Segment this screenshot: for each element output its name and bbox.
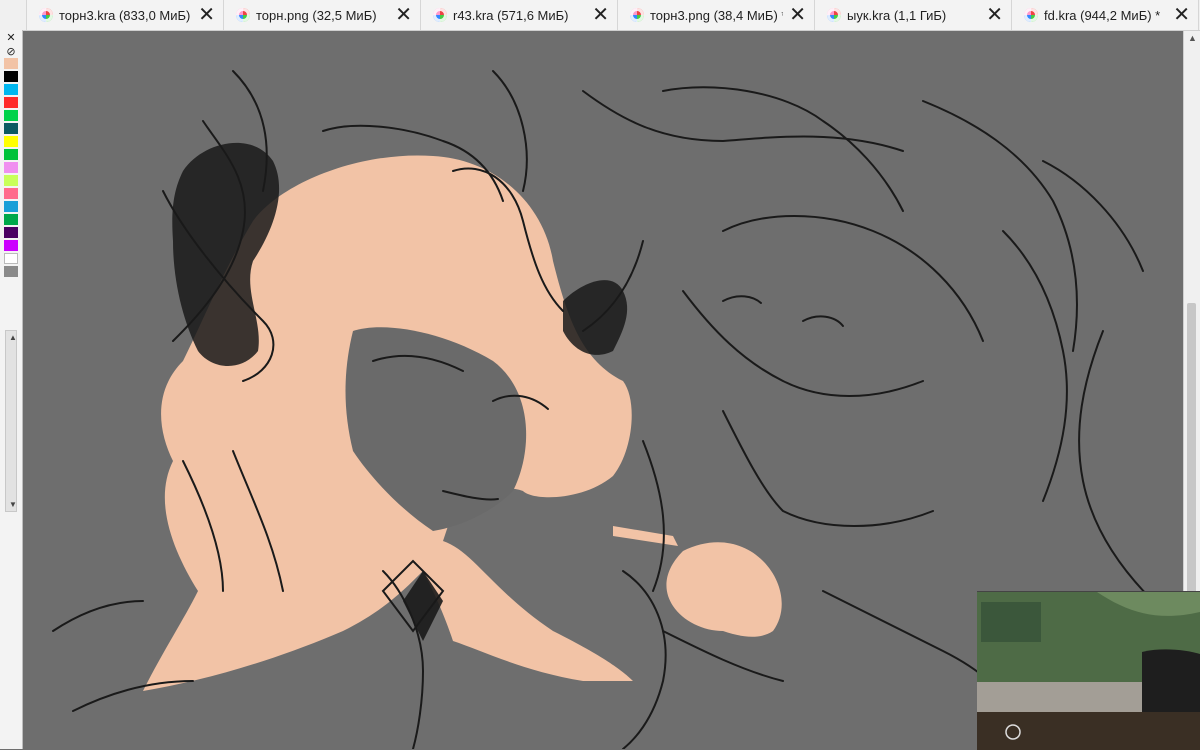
color-swatch[interactable] <box>4 162 18 173</box>
krita-icon <box>827 8 841 22</box>
color-swatch[interactable] <box>4 188 18 199</box>
tab-yuk-kra[interactable]: ыук.kra (1,1 ГиБ) ✕ <box>815 0 1012 30</box>
overlay-dark-shape <box>1142 649 1200 722</box>
close-icon[interactable]: ✕ <box>1173 5 1190 25</box>
scroll-up-icon[interactable]: ▲ <box>1188 33 1197 43</box>
color-swatch[interactable] <box>4 97 18 108</box>
krita-icon <box>236 8 250 22</box>
tab-label: торн.png (32,5 МиБ) <box>256 7 377 23</box>
color-swatch[interactable] <box>4 266 18 277</box>
swatch-list <box>0 58 22 277</box>
scrollbar-thumb[interactable] <box>1187 303 1196 593</box>
scroll-down-icon[interactable]: ▼ <box>9 500 17 509</box>
color-swatch[interactable] <box>4 71 18 82</box>
tab-torn-png[interactable]: торн.png (32,5 МиБ) ✕ <box>224 0 421 30</box>
krita-icon <box>1024 8 1038 22</box>
color-swatch[interactable] <box>4 84 18 95</box>
clear-color-icon[interactable]: ⊘ <box>0 44 22 58</box>
video-overlay <box>977 591 1200 750</box>
close-icon[interactable]: ✕ <box>789 5 806 25</box>
overlay-scene <box>977 592 1200 750</box>
color-swatch[interactable] <box>4 110 18 121</box>
color-swatch[interactable] <box>4 58 18 69</box>
color-swatch[interactable] <box>4 136 18 147</box>
color-swatch[interactable] <box>4 149 18 160</box>
color-swatch[interactable] <box>4 123 18 134</box>
tab-fd-kra[interactable]: fd.kra (944,2 МиБ) * ✕ <box>1012 0 1199 30</box>
close-icon[interactable]: ✕ <box>395 5 412 25</box>
color-swatch[interactable] <box>4 214 18 225</box>
palette-scrollbar[interactable]: ▲ ▼ <box>5 330 17 512</box>
color-swatch[interactable] <box>4 227 18 238</box>
color-swatch[interactable] <box>4 253 18 264</box>
palette-docker: ✕ ⊘ ▲ ▼ <box>0 30 23 749</box>
color-swatch[interactable] <box>4 201 18 212</box>
tab-label: торн3.png (38,4 МиБ) * <box>650 7 784 23</box>
krita-icon <box>433 8 447 22</box>
tab-label: ыук.kra (1,1 ГиБ) <box>847 7 947 23</box>
scroll-up-icon[interactable]: ▲ <box>9 333 17 342</box>
tab-torn3-png[interactable]: торн3.png (38,4 МиБ) * ✕ <box>618 0 815 30</box>
krita-icon <box>630 8 644 22</box>
tab-bar-spacer <box>0 0 27 30</box>
tab-label: торн3.kra (833,0 МиБ) <box>59 7 191 23</box>
close-icon[interactable]: ✕ <box>592 5 609 25</box>
tab-torn3-kra[interactable]: торн3.kra (833,0 МиБ) ✕ <box>27 0 224 30</box>
close-icon[interactable]: ✕ <box>198 5 215 25</box>
tab-label: fd.kra (944,2 МиБ) * <box>1044 7 1161 23</box>
tab-r43-kra[interactable]: r43.kra (571,6 МиБ) ✕ <box>421 0 618 30</box>
krita-icon <box>39 8 53 22</box>
palette-close-icon[interactable]: ✕ <box>0 30 22 44</box>
overlay-chat-box <box>981 602 1041 642</box>
overlay-floor <box>977 712 1200 750</box>
tab-label: r43.kra (571,6 МиБ) <box>453 7 569 23</box>
close-icon[interactable]: ✕ <box>986 5 1003 25</box>
document-tab-bar: торн3.kra (833,0 МиБ) ✕ торн.png (32,5 М… <box>0 0 1200 31</box>
color-swatch[interactable] <box>4 240 18 251</box>
color-swatch[interactable] <box>4 175 18 186</box>
